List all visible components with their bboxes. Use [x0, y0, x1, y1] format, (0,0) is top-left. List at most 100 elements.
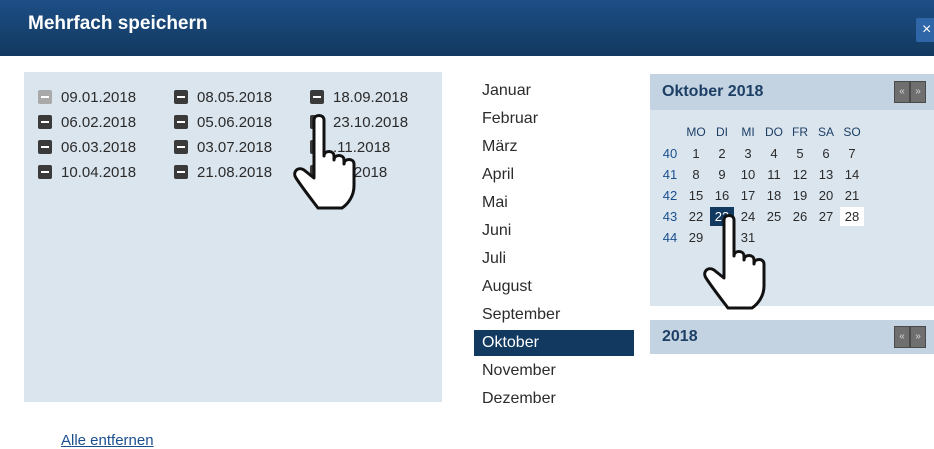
calendar-day[interactable]: 13	[814, 165, 838, 184]
selected-date-item: 06.03.2018	[38, 138, 136, 158]
week-number-header	[662, 123, 678, 142]
selected-date-label: 10.04.2018	[61, 164, 137, 181]
remove-date-icon[interactable]	[310, 90, 324, 104]
week-number[interactable]: 44	[662, 228, 678, 247]
month-item[interactable]: April	[474, 162, 634, 188]
calendar-day	[814, 228, 838, 247]
selected-date-label: 21.08.2018	[197, 164, 273, 181]
month-item[interactable]: Juni	[474, 218, 634, 244]
selected-date-item: 08.05.2018	[174, 88, 272, 108]
remove-date-icon[interactable]	[174, 90, 188, 104]
month-item[interactable]: März	[474, 134, 634, 160]
month-item[interactable]: September	[474, 302, 634, 328]
weekday-header: DO	[765, 125, 783, 139]
remove-date-icon[interactable]	[174, 165, 188, 179]
remove-date-icon[interactable]	[38, 140, 52, 154]
year-panel-header: 2018 « »	[650, 320, 934, 354]
weekday-header: SO	[843, 125, 861, 139]
calendar-day[interactable]: 27	[814, 207, 838, 226]
weekday-header: MI	[741, 125, 755, 139]
remove-date-icon[interactable]	[38, 165, 52, 179]
selected-date-label: 18.09.2018	[333, 89, 409, 106]
week-number[interactable]: 41	[662, 165, 678, 184]
calendar-day[interactable]: 18	[762, 186, 786, 205]
calendar-day[interactable]: 14	[840, 165, 864, 184]
hand-pointer-icon	[703, 214, 766, 310]
selected-date-label: 05.06.2018	[197, 114, 273, 131]
remove-all-link[interactable]: Alle entfernen	[61, 432, 154, 449]
month-item[interactable]: November	[474, 358, 634, 384]
selected-date-label: 06.02.2018	[61, 114, 137, 131]
month-calendar: Oktober 2018 « » MO DI MI DO FR SA SO 40 1 2 3 4 5 6 7…	[650, 74, 934, 306]
calendar-day[interactable]: 20	[814, 186, 838, 205]
calendar-day[interactable]: 12	[788, 165, 812, 184]
weekday-header: SA	[817, 125, 834, 139]
prev-year-button[interactable]: «	[894, 326, 910, 348]
calendar-day[interactable]: 6	[814, 144, 838, 163]
calendar-title: Oktober 2018	[662, 83, 764, 100]
month-list: Januar Februar März April Mai Juni Juli August S…	[474, 78, 634, 414]
selected-dates-panel: 09.01.2018 06.02.2018 06.03.2018 10.04.2018…	[24, 72, 442, 449]
selected-date-item: 09.01.2018	[38, 88, 136, 108]
calendar-day[interactable]: 11	[762, 165, 786, 184]
calendar-week-row: 41 8 9 10 11 12 13 14	[662, 164, 866, 185]
calendar-weekday-row: MO DI MI DO FR SA SO	[662, 122, 866, 143]
calendar-day[interactable]: 9	[710, 165, 734, 184]
week-number[interactable]: 42	[662, 186, 678, 205]
calendar-day[interactable]: 17	[736, 186, 760, 205]
month-item[interactable]: Juli	[474, 246, 634, 272]
selected-date-label: 03.07.2018	[197, 139, 273, 156]
hand-pointer-icon	[293, 114, 356, 210]
calendar-day[interactable]: 1	[684, 144, 708, 163]
month-item[interactable]: Januar	[474, 78, 634, 104]
calendar-week-row: 42 15 16 17 18 19 20 21	[662, 185, 866, 206]
calendar-day[interactable]: 28	[840, 207, 864, 226]
close-button[interactable]: ×	[916, 18, 934, 42]
prev-month-button[interactable]: «	[894, 81, 910, 103]
remove-date-icon[interactable]	[38, 90, 52, 104]
week-number[interactable]: 43	[662, 207, 678, 226]
weekday-header: FR	[792, 125, 808, 139]
selected-date-item: 05.06.2018	[174, 113, 272, 133]
month-item[interactable]: Oktober	[474, 330, 634, 356]
remove-date-icon[interactable]	[174, 115, 188, 129]
calendar-day[interactable]: 26	[788, 207, 812, 226]
selected-date-label: 08.05.2018	[197, 89, 273, 106]
month-item[interactable]: Mai	[474, 190, 634, 216]
next-month-button[interactable]: »	[910, 81, 926, 103]
month-item[interactable]: Dezember	[474, 386, 634, 412]
calendar-day[interactable]: 7	[840, 144, 864, 163]
selected-date-label: 09.01.2018	[61, 89, 137, 106]
calendar-day[interactable]: 5	[788, 144, 812, 163]
remove-date-icon[interactable]	[174, 140, 188, 154]
selected-date-label: 06.03.2018	[61, 139, 137, 156]
selected-date-item: 06.02.2018	[38, 113, 136, 133]
calendar-day[interactable]: 15	[684, 186, 708, 205]
calendar-day[interactable]: 8	[684, 165, 708, 184]
dialog-titlebar: Mehrfach speichern ×	[0, 0, 934, 56]
selected-date-item: 18.09.2018	[310, 88, 408, 108]
remove-date-icon[interactable]	[38, 115, 52, 129]
calendar-day[interactable]: 19	[788, 186, 812, 205]
month-item[interactable]: Februar	[474, 106, 634, 132]
selected-date-item: 21.08.2018	[174, 163, 272, 183]
selected-date-item: 10.04.2018	[38, 163, 136, 183]
calendar-day[interactable]: 2	[710, 144, 734, 163]
next-year-button[interactable]: »	[910, 326, 926, 348]
week-number[interactable]: 40	[662, 144, 678, 163]
calendar-day[interactable]: 10	[736, 165, 760, 184]
calendar-week-row: 40 1 2 3 4 5 6 7	[662, 143, 866, 164]
weekday-header: MO	[686, 125, 706, 139]
weekday-header: DI	[716, 125, 728, 139]
year-title: 2018	[662, 328, 698, 345]
month-item[interactable]: August	[474, 274, 634, 300]
calendar-header: Oktober 2018 « »	[650, 74, 934, 110]
calendar-day	[788, 228, 812, 247]
calendar-day	[840, 228, 864, 247]
calendar-day[interactable]: 16	[710, 186, 734, 205]
calendar-day[interactable]: 4	[762, 144, 786, 163]
calendar-day[interactable]: 3	[736, 144, 760, 163]
selected-date-item: 03.07.2018	[174, 138, 272, 158]
dialog-title: Mehrfach speichern	[28, 13, 208, 34]
calendar-day[interactable]: 21	[840, 186, 864, 205]
